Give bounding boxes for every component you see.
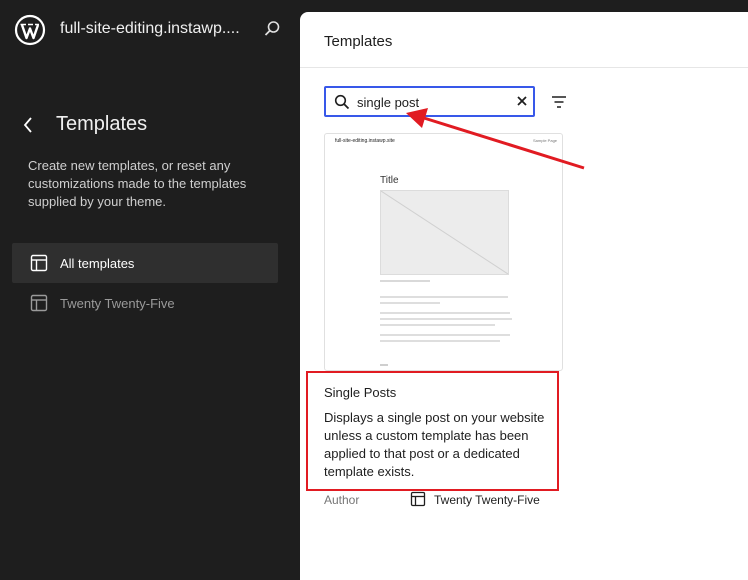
back-chevron-icon[interactable] — [18, 114, 38, 136]
sidebar-heading: Templates — [56, 113, 148, 135]
preview-text-line — [380, 296, 508, 298]
search-input[interactable] — [357, 93, 507, 111]
main-panel: Templates full-site-editing.instawp.site… — [300, 12, 748, 580]
main-header: Templates — [300, 12, 748, 68]
preview-featured-image — [380, 190, 509, 275]
preview-text-line — [380, 334, 510, 336]
preview-post-meta — [380, 280, 430, 282]
preview-footer — [380, 364, 388, 366]
page-title: Templates — [324, 33, 393, 50]
search-icon — [334, 94, 350, 110]
search-icon[interactable] — [262, 19, 282, 39]
preview-text-line — [380, 340, 500, 342]
image-placeholder-icon — [380, 190, 509, 275]
layout-icon — [410, 491, 426, 507]
topbar: full-site-editing.instawp.... — [0, 0, 300, 60]
preview-text-line — [380, 302, 440, 304]
sidebar-item-twenty-twenty-five[interactable]: Twenty Twenty-Five — [12, 283, 278, 323]
annotation-highlight-box — [306, 371, 559, 491]
preview-text-line — [380, 318, 512, 320]
preview-text-line — [380, 324, 495, 326]
filter-icon[interactable] — [550, 93, 568, 111]
site-title[interactable]: full-site-editing.instawp.... — [60, 20, 240, 38]
preview-site-title: full-site-editing.instawp.site — [335, 138, 395, 144]
preview-nav-link: Sample Page — [533, 138, 558, 143]
author-value: Twenty Twenty-Five — [434, 493, 540, 507]
template-search[interactable] — [324, 86, 535, 117]
preview-text-line — [380, 312, 510, 314]
author-label: Author — [324, 493, 360, 507]
layout-icon — [30, 254, 48, 272]
layout-icon — [30, 294, 48, 312]
wordpress-logo-icon[interactable] — [14, 14, 46, 46]
sidebar-description: Create new templates, or reset any custo… — [28, 158, 247, 209]
sidebar-item-label: All templates — [60, 255, 135, 271]
close-icon[interactable] — [515, 94, 529, 108]
template-preview-card[interactable]: full-site-editing.instawp.site Sample Pa… — [324, 133, 563, 371]
preview-heading: Title — [380, 175, 399, 186]
sidebar-item-all-templates[interactable]: All templates — [12, 243, 278, 283]
sidebar: full-site-editing.instawp.... Templates … — [0, 0, 300, 580]
sidebar-item-label: Twenty Twenty-Five — [60, 295, 175, 311]
